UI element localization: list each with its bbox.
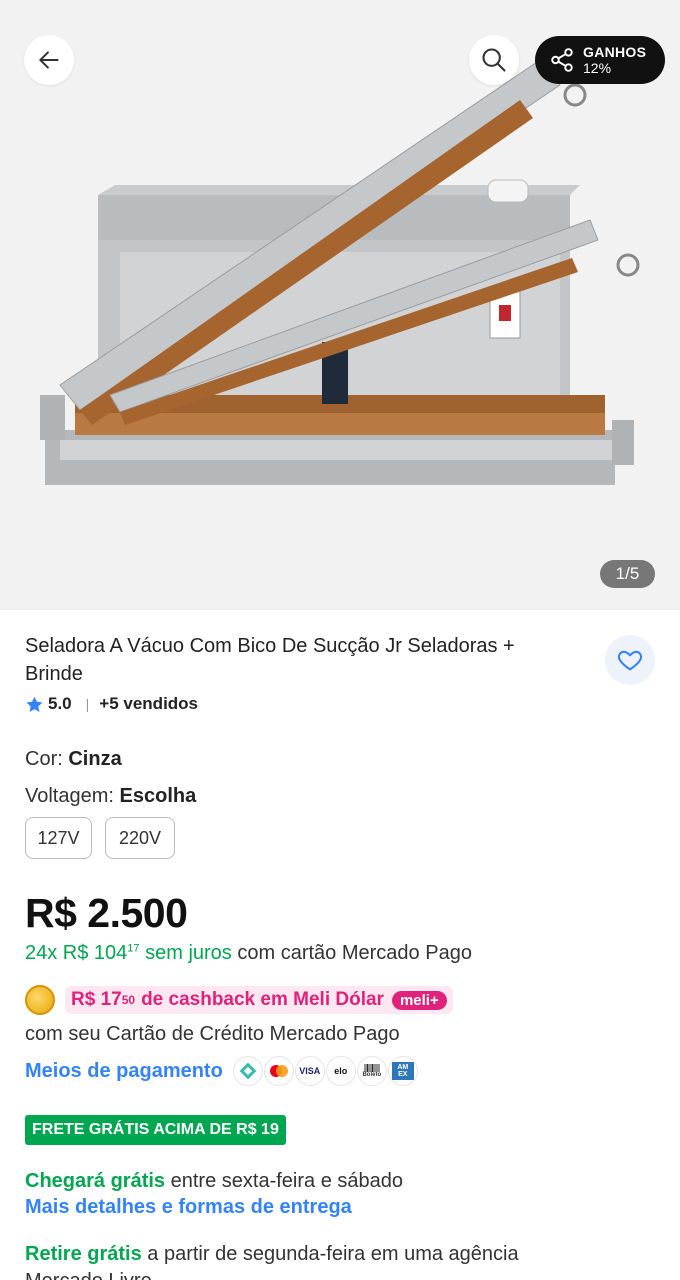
rating-row[interactable]: 5.0 | +5 vendidos — [25, 694, 198, 714]
amex-icon: AM EX — [387, 1056, 418, 1086]
payment-methods-link[interactable]: Meios de pagamento — [25, 1060, 223, 1083]
cashback-subtext: com seu Cartão de Crédito Mercado Pago — [25, 1023, 400, 1045]
favorite-button[interactable] — [605, 635, 655, 685]
cashback-text: de cashback em Meli Dólar — [141, 989, 384, 1010]
search-icon — [482, 48, 506, 72]
product-image[interactable] — [0, 0, 680, 610]
voltage-option-220v[interactable]: 220V — [105, 817, 175, 859]
meli-dolar-coin-icon — [25, 985, 55, 1015]
pickup-rest: a partir de segunda-feira em uma agência — [147, 1243, 519, 1265]
arrival-info: Chegará grátis entre sexta-feira e sábad… — [25, 1170, 403, 1193]
cashback-cents: 50 — [121, 993, 136, 1007]
price: R$ 2.500 — [25, 890, 188, 936]
share-earnings-text: GANHOS 12% — [583, 44, 646, 76]
pickup-info: Retire grátis a partir de segunda-feira … — [25, 1243, 519, 1266]
product-gallery[interactable]: GANHOS 12% 1/5 — [0, 0, 680, 610]
boleto-label: Boleto — [362, 1072, 382, 1078]
boleto-icon: Boleto — [356, 1056, 387, 1086]
color-label: Cor: — [25, 748, 63, 770]
share-value: 12% — [583, 60, 612, 76]
meli-plus-badge: meli+ — [391, 990, 447, 1010]
installments-suffix: com cartão Mercado Pago — [237, 942, 472, 964]
voltage-option-127v[interactable]: 127V — [25, 817, 92, 859]
pickup-info-cut: Mercado Livre — [25, 1270, 152, 1280]
product-title: Seladora A Vácuo Com Bico De Sucção Jr S… — [25, 635, 515, 685]
rating-separator: | — [85, 696, 90, 712]
payment-methods-row: Meios de pagamento VISA elo Boleto AM EX — [25, 1056, 419, 1086]
search-button[interactable] — [469, 35, 519, 85]
installments-cents: 17 — [127, 942, 140, 955]
arrival-strong: Chegará grátis — [25, 1170, 166, 1192]
shipping-details-link[interactable]: Mais detalhes e formas de entrega — [25, 1196, 352, 1219]
share-icon — [551, 48, 573, 72]
installments-free: sem juros — [145, 942, 232, 964]
pix-icon — [232, 1056, 263, 1086]
pickup-strong: Retire grátis — [25, 1243, 142, 1265]
arrival-rest: entre sexta-feira e sábado — [170, 1170, 403, 1192]
cashback-amount: R$ 17 — [71, 989, 122, 1010]
elo-icon: elo — [325, 1056, 356, 1086]
installments: 24x R$ 10417 sem juros com cartão Mercad… — [25, 942, 472, 965]
back-button[interactable] — [24, 35, 74, 85]
color-attribute: Cor: Cinza — [25, 748, 122, 771]
voltage-value: Escolha — [119, 785, 197, 807]
voltage-label: Voltagem: — [25, 785, 114, 807]
sold-count: +5 vendidos — [99, 694, 199, 713]
star-icon — [26, 696, 43, 712]
free-shipping-badge: FRETE GRÁTIS ACIMA DE R$ 19 — [25, 1115, 286, 1145]
voltage-attribute: Voltagem: Escolha — [25, 785, 196, 808]
cashback-badge: R$ 17 50 de cashback em Meli Dólar meli+ — [65, 986, 453, 1014]
rating-score: 5.0 — [48, 694, 72, 713]
cashback-row: R$ 17 50 de cashback em Meli Dólar meli+ — [25, 985, 453, 1015]
installments-count: 24x R$ 104 — [25, 942, 128, 964]
mastercard-icon — [263, 1056, 294, 1086]
share-label: GANHOS — [583, 44, 647, 60]
visa-icon: VISA — [294, 1056, 325, 1086]
image-counter: 1/5 — [600, 560, 655, 588]
share-earnings-button[interactable]: GANHOS 12% — [535, 36, 665, 84]
heart-icon — [617, 650, 643, 671]
amex-label: AM EX — [391, 1062, 414, 1080]
color-value: Cinza — [68, 748, 122, 770]
arrow-left-icon — [39, 51, 59, 69]
